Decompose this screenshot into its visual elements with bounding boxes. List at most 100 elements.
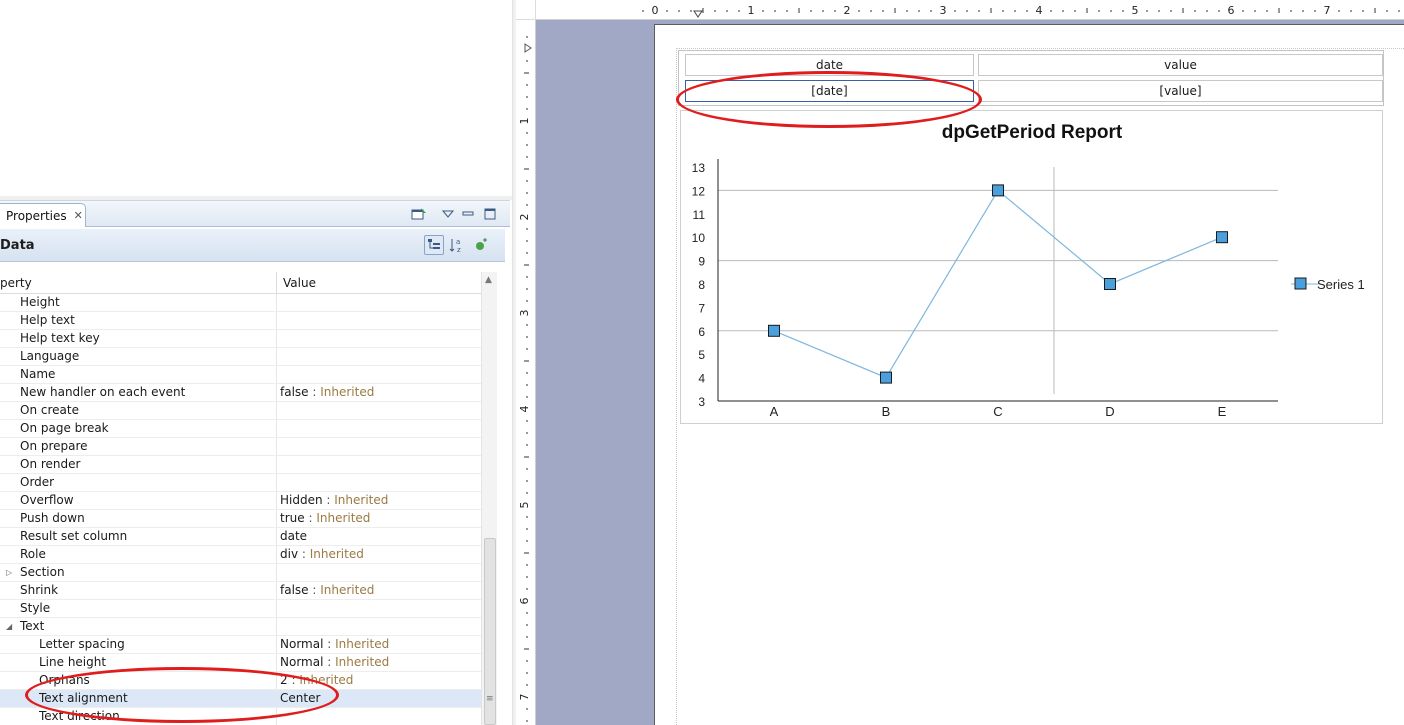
property-name-text: Text <box>20 619 45 633</box>
property-value[interactable] <box>277 294 481 311</box>
ruler-label: 7 <box>518 694 531 701</box>
property-value[interactable] <box>277 420 481 437</box>
property-value[interactable]: Normal : Inherited <box>277 654 481 671</box>
property-value[interactable] <box>277 402 481 419</box>
property-row[interactable]: Order <box>0 474 481 492</box>
properties-tab[interactable]: Properties ✕ <box>0 203 86 227</box>
ruler-corner <box>516 0 536 20</box>
categorized-view-icon[interactable] <box>424 235 444 255</box>
property-row[interactable]: On prepare <box>0 438 481 456</box>
property-row[interactable]: Language <box>0 348 481 366</box>
property-value[interactable]: false : Inherited <box>277 582 481 599</box>
inherited-label: Inherited <box>334 493 389 507</box>
property-value[interactable] <box>277 474 481 491</box>
inherited-label: Inherited <box>320 583 375 597</box>
property-value[interactable] <box>277 618 481 635</box>
property-name: Overflow <box>0 492 277 509</box>
property-row[interactable]: Line height Normal : Inherited <box>0 654 481 672</box>
ruler-label: 5 <box>518 502 531 509</box>
property-name: Shrink <box>0 582 277 599</box>
advanced-filter-icon[interactable] <box>471 235 491 255</box>
property-row[interactable]: Height <box>0 294 481 312</box>
header-cell-date[interactable]: date <box>685 54 974 76</box>
property-row[interactable]: Letter spacing Normal : Inherited <box>0 636 481 654</box>
report-table[interactable]: date value [date] [value] <box>678 50 1384 106</box>
property-value[interactable] <box>277 600 481 617</box>
property-value[interactable] <box>277 438 481 455</box>
collapsed-arrow-icon[interactable]: ▷ <box>6 564 12 581</box>
property-row[interactable]: Shrink false : Inherited <box>0 582 481 600</box>
sort-alphabetical-icon[interactable]: az <box>447 235 467 255</box>
property-name-text: Orphans <box>39 673 90 687</box>
minimize-icon[interactable] <box>460 206 476 222</box>
pin-view-icon[interactable] <box>411 206 427 222</box>
property-value[interactable]: true : Inherited <box>277 510 481 527</box>
horizontal-ruler[interactable]: 0 1 2 3 4 5 6 7 <box>536 0 1404 20</box>
property-name-text: Height <box>20 295 60 309</box>
inherited-label: Inherited <box>316 511 371 525</box>
vertical-marker-icon[interactable] <box>524 43 532 53</box>
properties-title: Data <box>0 238 35 253</box>
property-value[interactable]: Center <box>277 690 481 707</box>
close-icon[interactable]: ✕ <box>74 209 83 222</box>
property-row[interactable]: On render <box>0 456 481 474</box>
property-value-text: Center <box>280 691 321 705</box>
property-value[interactable]: false : Inherited <box>277 384 481 401</box>
vertical-ruler[interactable]: 1 2 3 4 5 6 7 <box>516 20 536 725</box>
legend-label: Series 1 <box>1317 277 1365 292</box>
property-name-text: Name <box>20 367 56 381</box>
value-column-header[interactable]: Value <box>277 272 481 293</box>
property-value[interactable] <box>277 312 481 329</box>
property-value[interactable] <box>277 348 481 365</box>
property-row[interactable]: Name <box>0 366 481 384</box>
property-column-header[interactable]: perty <box>0 272 277 293</box>
property-value[interactable]: Normal : Inherited <box>277 636 481 653</box>
header-cell-value[interactable]: value <box>978 54 1383 76</box>
scroll-up-arrow-icon[interactable]: ▲ <box>485 275 492 285</box>
ruler-label: 3 <box>518 310 531 317</box>
property-row[interactable]: Push down true : Inherited <box>0 510 481 528</box>
property-row[interactable]: New handler on each event false : Inherit… <box>0 384 481 402</box>
property-row[interactable]: Help text key <box>0 330 481 348</box>
property-name-text: Help text <box>20 313 75 327</box>
property-name: Line height <box>0 654 277 671</box>
property-value[interactable] <box>277 456 481 473</box>
property-value[interactable]: div : Inherited <box>277 546 481 563</box>
indent-marker-icon[interactable] <box>693 10 703 18</box>
properties-table: perty Value Height Help text Help text key… <box>0 272 481 725</box>
property-row[interactable]: Result set column date <box>0 528 481 546</box>
maximize-icon[interactable] <box>482 206 498 222</box>
expanded-arrow-icon[interactable]: ◢ <box>6 618 12 635</box>
property-row[interactable]: On create <box>0 402 481 420</box>
series-line <box>773 189 1223 379</box>
detail-cell-date[interactable]: [date] <box>685 80 974 102</box>
property-row[interactable]: On page break <box>0 420 481 438</box>
property-row[interactable]: ▷ Section <box>0 564 481 582</box>
property-value[interactable]: date <box>277 528 481 545</box>
svg-text:a: a <box>456 238 460 246</box>
y-tick-label: 8 <box>698 278 705 292</box>
property-row[interactable]: Style <box>0 600 481 618</box>
property-row[interactable]: Help text <box>0 312 481 330</box>
property-value[interactable] <box>277 330 481 347</box>
view-menu-icon[interactable] <box>440 206 456 222</box>
property-row[interactable]: Role div : Inherited <box>0 546 481 564</box>
ruler-label: 2 <box>518 214 531 221</box>
scroll-thumb[interactable]: ≡ <box>484 538 496 725</box>
blank-editor-area <box>0 0 512 196</box>
chart-element[interactable]: dpGetPeriod Report 3 4 5 6 7 8 9 10 11 12 13 A B C D E Se… <box>680 110 1383 424</box>
property-value-text: Hidden <box>280 493 323 507</box>
detail-cell-value[interactable]: [value] <box>978 80 1383 102</box>
y-tick-label: 11 <box>693 208 706 222</box>
property-row[interactable]: Text alignment Center <box>0 690 481 708</box>
property-value[interactable] <box>277 366 481 383</box>
property-row[interactable]: ◢ Text <box>0 618 481 636</box>
property-value[interactable]: 2 : Inherited <box>277 672 481 689</box>
properties-scrollbar[interactable]: ▲ ≡ <box>481 272 497 725</box>
property-row[interactable]: Overflow Hidden : Inherited <box>0 492 481 510</box>
property-row[interactable]: Orphans 2 : Inherited <box>0 672 481 690</box>
property-row[interactable]: Text direction <box>0 708 481 725</box>
property-value[interactable] <box>277 564 481 581</box>
property-value[interactable]: Hidden : Inherited <box>277 492 481 509</box>
property-value[interactable] <box>277 708 481 725</box>
